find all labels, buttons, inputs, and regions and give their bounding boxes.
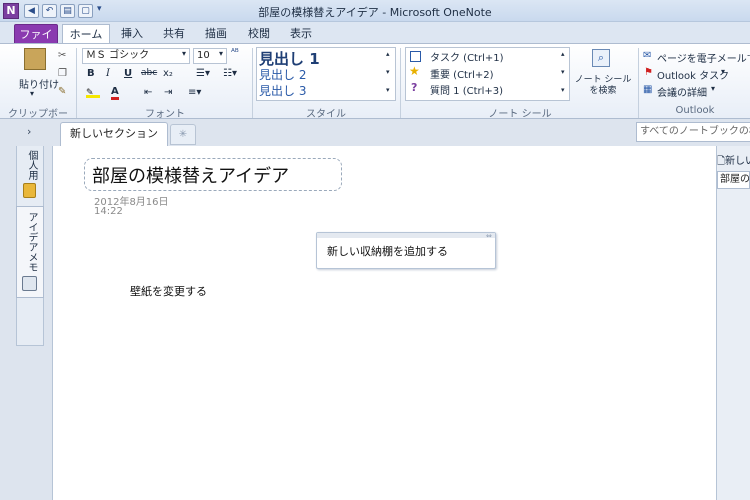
font-name-dropdown-icon[interactable]: ▾ — [182, 49, 186, 58]
numbering-icon[interactable]: ☷▾ — [223, 68, 237, 79]
format-painter-icon[interactable]: ✎ — [58, 86, 66, 97]
ideas-notebook-icon[interactable] — [22, 276, 37, 291]
meeting-details-icon: ▦ — [643, 84, 653, 95]
strikethrough-icon[interactable]: abc — [141, 68, 157, 78]
new-page-button[interactable]: 🗋新しいページ — [717, 152, 750, 168]
styles-scroll-up-icon[interactable]: ▴ — [386, 50, 390, 58]
title-bar: N ◀ ↶ ▤ ▢ ▾ 部屋の模様替えアイデア - Microsoft OneN… — [0, 0, 750, 22]
separator — [400, 48, 401, 118]
tag-question[interactable]: 質問 1 (Ctrl+3) — [430, 82, 503, 97]
question-icon: ? — [411, 81, 418, 94]
separator — [76, 48, 77, 118]
align-icon[interactable]: ≡▾ — [188, 87, 201, 98]
section-tab[interactable]: 新しいセクション 1 — [60, 122, 168, 162]
copy-icon[interactable]: ❐ — [58, 68, 67, 79]
outlook-tasks-button[interactable]: Outlook タスク — [657, 67, 729, 82]
underline-icon[interactable]: U — [124, 68, 132, 79]
page-title[interactable]: 部屋の模様替えアイデア — [92, 162, 289, 188]
tag-todo[interactable]: タスク (Ctrl+1) — [430, 49, 504, 64]
search-input[interactable]: すべてのノートブックの検 — [636, 122, 750, 142]
find-tags-icon[interactable]: ⌕ — [592, 49, 610, 67]
free-text-note[interactable]: 壁紙を変更する — [130, 283, 207, 299]
font-group-label: フォント — [145, 109, 185, 120]
window-title: 部屋の模様替えアイデア - Microsoft OneNote — [258, 6, 492, 19]
personal-notebook-icon[interactable] — [23, 183, 36, 198]
style-heading-2[interactable]: 見出し 2 — [259, 66, 306, 83]
spell-check-icon[interactable]: ᴬᴮ — [231, 48, 239, 58]
italic-icon[interactable]: I — [106, 68, 110, 79]
tags-more-icon[interactable]: ▾ — [561, 86, 565, 94]
paste-button-label[interactable]: 貼り付け — [19, 76, 59, 91]
font-color-icon[interactable]: A — [111, 86, 119, 100]
styles-more-icon[interactable]: ▾ — [386, 86, 390, 94]
notebook-personal[interactable]: 個人用 — [24, 150, 39, 180]
note-text[interactable]: 新しい収納棚を追加する — [327, 243, 448, 259]
tab-file[interactable]: ファイル — [14, 24, 58, 60]
note-resize-icon[interactable]: ⇔ — [486, 232, 492, 240]
note-container-grip[interactable] — [317, 233, 495, 238]
new-page-label: 新しいページ — [725, 156, 750, 167]
separator — [252, 48, 253, 118]
cut-icon[interactable]: ✂ — [58, 50, 66, 61]
meeting-details-dropdown-icon[interactable]: ▾ — [711, 84, 715, 93]
bullets-icon[interactable]: ☰▾ — [196, 68, 210, 79]
style-heading-3[interactable]: 見出し 3 — [259, 82, 306, 99]
section-tabs-bar: › 新しいセクション 1 ✳ すべてのノートブックの検 — [0, 119, 750, 162]
tag-important[interactable]: 重要 (Ctrl+2) — [430, 66, 494, 81]
find-tags-button[interactable]: ノート シールを検索 — [574, 75, 632, 97]
decrease-indent-icon[interactable]: ⇤ — [144, 87, 152, 98]
expand-navigation-icon[interactable]: › — [27, 125, 31, 138]
paste-icon[interactable] — [24, 48, 46, 70]
ribbon: 貼り付け ▾ ✂ ❐ ✎ クリップボード ＭＳ ゴシック ▾ 10 ▾ ᴬᴮ B… — [0, 43, 750, 135]
notebook-ideas[interactable]: アイデアメモ — [24, 212, 39, 272]
email-page-icon: ✉ — [643, 50, 652, 61]
outlook-group-label: Outlook — [675, 105, 715, 116]
bold-icon[interactable]: B — [87, 68, 95, 79]
tab-home[interactable]: ホーム — [62, 24, 110, 44]
flag-icon: ⚑ — [644, 67, 653, 78]
page-time: 14:22 — [94, 206, 123, 217]
outlook-tasks-dropdown-icon[interactable]: ▾ — [721, 67, 725, 76]
font-name-select[interactable]: ＭＳ ゴシック — [82, 48, 190, 64]
email-page-button[interactable]: ページを電子メールで送 — [657, 50, 750, 65]
tab-share[interactable]: 共有 — [156, 24, 192, 44]
tab-draw[interactable]: 描画 — [198, 24, 234, 44]
add-section-icon[interactable]: ✳ — [170, 124, 196, 145]
paste-dropdown-icon[interactable]: ▾ — [30, 89, 34, 98]
new-page-icon: 🗋 — [717, 156, 726, 167]
todo-checkbox-icon — [410, 51, 421, 62]
styles-scroll-down-icon[interactable]: ▾ — [386, 68, 390, 76]
tags-scroll-down-icon[interactable]: ▾ — [561, 68, 565, 76]
tab-view[interactable]: 表示 — [283, 24, 319, 44]
highlight-icon[interactable]: ✎ — [86, 88, 100, 98]
increase-indent-icon[interactable]: ⇥ — [164, 87, 172, 98]
subscript-icon[interactable]: x₂ — [163, 68, 173, 79]
meeting-details-button[interactable]: 会議の詳細 — [657, 84, 707, 99]
page-list-panel — [717, 146, 750, 500]
font-size-dropdown-icon[interactable]: ▾ — [219, 49, 223, 58]
styles-group-label: スタイル — [306, 109, 346, 120]
tab-insert[interactable]: 挿入 — [114, 24, 150, 44]
separator — [638, 48, 639, 118]
tab-review[interactable]: 校閲 — [241, 24, 277, 44]
tags-scroll-up-icon[interactable]: ▴ — [561, 50, 565, 58]
notebook-panel: 個人用 アイデアメモ — [16, 146, 44, 346]
star-icon: ★ — [409, 64, 420, 78]
ribbon-tabs: ファイル ホーム 挿入 共有 描画 校閲 表示 — [0, 22, 750, 60]
page-list-item[interactable]: 部屋の模様替えアイデア — [717, 171, 750, 189]
tags-group-label: ノート シール — [488, 109, 552, 120]
